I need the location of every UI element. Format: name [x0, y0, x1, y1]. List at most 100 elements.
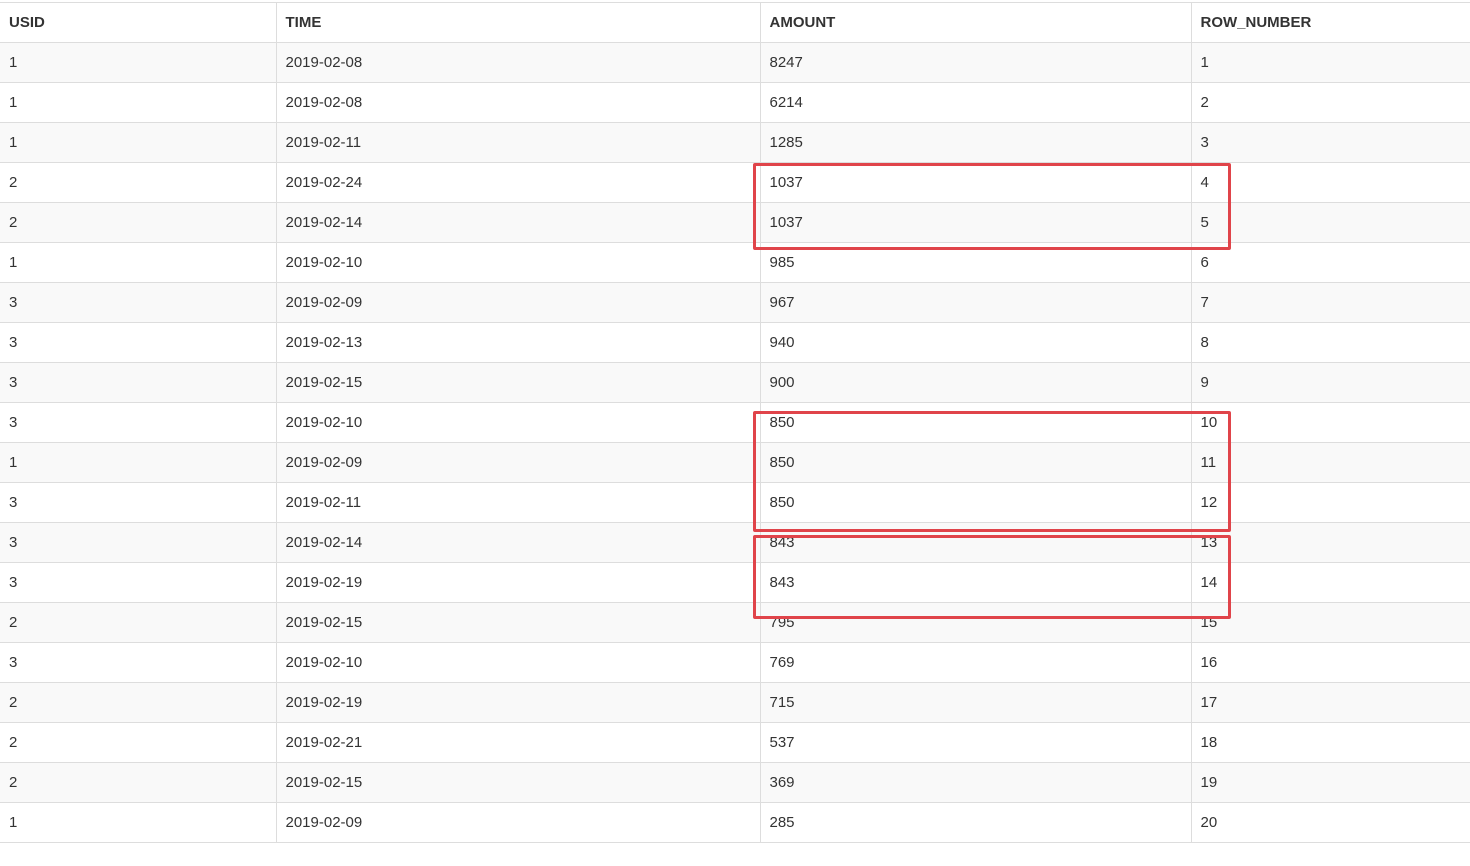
cell-amount: 715 [759, 682, 1191, 723]
cell-usid: 1 [0, 442, 276, 483]
table-row[interactable]: 2 2019-02-24 1037 4 [0, 162, 1470, 203]
cell-row-number: 14 [1190, 562, 1470, 603]
cell-row-number: 11 [1190, 442, 1470, 483]
table-row[interactable]: 1 2019-02-10 985 6 [0, 242, 1470, 283]
cell-usid: 3 [0, 402, 276, 443]
cell-amount: 8247 [759, 42, 1191, 83]
cell-amount: 940 [759, 322, 1191, 363]
cell-usid: 2 [0, 202, 276, 243]
cell-usid: 2 [0, 682, 276, 723]
cell-amount: 537 [759, 722, 1191, 763]
cell-amount: 843 [759, 562, 1191, 603]
cell-usid: 3 [0, 482, 276, 523]
cell-amount: 1037 [759, 162, 1191, 203]
cell-usid: 3 [0, 362, 276, 403]
table-row[interactable]: 2 2019-02-19 715 17 [0, 682, 1470, 723]
cell-amount: 850 [759, 482, 1191, 523]
cell-time: 2019-02-10 [275, 402, 760, 443]
cell-amount: 6214 [759, 82, 1191, 123]
cell-amount: 850 [759, 402, 1191, 443]
cell-time: 2019-02-08 [275, 42, 760, 83]
table-row[interactable]: 1 2019-02-08 8247 1 [0, 42, 1470, 83]
cell-row-number: 13 [1190, 522, 1470, 563]
table-header-row: USID TIME AMOUNT ROW_NUMBER [0, 2, 1470, 43]
cell-amount: 795 [759, 602, 1191, 643]
cell-row-number: 8 [1190, 322, 1470, 363]
cell-time: 2019-02-13 [275, 322, 760, 363]
cell-row-number: 16 [1190, 642, 1470, 683]
table-row[interactable]: 1 2019-02-09 285 20 [0, 802, 1470, 843]
cell-time: 2019-02-09 [275, 442, 760, 483]
table-row[interactable]: 3 2019-02-10 850 10 [0, 402, 1470, 443]
table-row[interactable]: 3 2019-02-15 900 9 [0, 362, 1470, 403]
cell-row-number: 19 [1190, 762, 1470, 803]
cell-amount: 843 [759, 522, 1191, 563]
cell-time: 2019-02-14 [275, 202, 760, 243]
cell-usid: 2 [0, 162, 276, 203]
cell-time: 2019-02-15 [275, 762, 760, 803]
column-header-row-number[interactable]: ROW_NUMBER [1190, 2, 1470, 43]
cell-usid: 1 [0, 242, 276, 283]
table-row[interactable]: 3 2019-02-09 967 7 [0, 282, 1470, 323]
column-header-usid[interactable]: USID [0, 2, 276, 43]
cell-time: 2019-02-14 [275, 522, 760, 563]
table-row[interactable]: 3 2019-02-11 850 12 [0, 482, 1470, 523]
cell-row-number: 15 [1190, 602, 1470, 643]
cell-amount: 369 [759, 762, 1191, 803]
cell-row-number: 3 [1190, 122, 1470, 163]
cell-row-number: 10 [1190, 402, 1470, 443]
cell-row-number: 6 [1190, 242, 1470, 283]
cell-amount: 1285 [759, 122, 1191, 163]
cell-row-number: 2 [1190, 82, 1470, 123]
cell-time: 2019-02-15 [275, 602, 760, 643]
table-row[interactable]: 3 2019-02-19 843 14 [0, 562, 1470, 603]
table-row[interactable]: 2 2019-02-15 369 19 [0, 762, 1470, 803]
cell-row-number: 18 [1190, 722, 1470, 763]
cell-row-number: 1 [1190, 42, 1470, 83]
cell-row-number: 17 [1190, 682, 1470, 723]
table-body: 1 2019-02-08 8247 1 1 2019-02-08 6214 2 1 2019-02… [0, 42, 1470, 843]
cell-row-number: 12 [1190, 482, 1470, 523]
table-row[interactable]: 1 2019-02-11 1285 3 [0, 122, 1470, 163]
cell-time: 2019-02-09 [275, 802, 760, 843]
cell-amount: 769 [759, 642, 1191, 683]
cell-time: 2019-02-11 [275, 482, 760, 523]
cell-row-number: 9 [1190, 362, 1470, 403]
table-row[interactable]: 1 2019-02-08 6214 2 [0, 82, 1470, 123]
column-header-amount[interactable]: AMOUNT [759, 2, 1191, 43]
cell-time: 2019-02-09 [275, 282, 760, 323]
cell-row-number: 4 [1190, 162, 1470, 203]
cell-usid: 2 [0, 722, 276, 763]
cell-usid: 1 [0, 802, 276, 843]
table-row[interactable]: 3 2019-02-14 843 13 [0, 522, 1470, 563]
cell-row-number: 5 [1190, 202, 1470, 243]
table-row[interactable]: 1 2019-02-09 850 11 [0, 442, 1470, 483]
table-row[interactable]: 2 2019-02-15 795 15 [0, 602, 1470, 643]
results-table: USID TIME AMOUNT ROW_NUMBER 1 2019-02-08 8… [0, 2, 1470, 843]
table-row[interactable]: 2 2019-02-21 537 18 [0, 722, 1470, 763]
cell-usid: 1 [0, 82, 276, 123]
cell-row-number: 20 [1190, 802, 1470, 843]
cell-amount: 1037 [759, 202, 1191, 243]
table-row[interactable]: 3 2019-02-10 769 16 [0, 642, 1470, 683]
table-row[interactable]: 3 2019-02-13 940 8 [0, 322, 1470, 363]
cell-amount: 285 [759, 802, 1191, 843]
cell-usid: 3 [0, 322, 276, 363]
table-row[interactable]: 2 2019-02-14 1037 5 [0, 202, 1470, 243]
cell-time: 2019-02-08 [275, 82, 760, 123]
cell-usid: 1 [0, 122, 276, 163]
cell-time: 2019-02-10 [275, 242, 760, 283]
cell-time: 2019-02-11 [275, 122, 760, 163]
cell-amount: 900 [759, 362, 1191, 403]
cell-usid: 1 [0, 42, 276, 83]
cell-row-number: 7 [1190, 282, 1470, 323]
cell-time: 2019-02-24 [275, 162, 760, 203]
cell-time: 2019-02-19 [275, 682, 760, 723]
cell-usid: 3 [0, 522, 276, 563]
cell-usid: 3 [0, 642, 276, 683]
cell-time: 2019-02-15 [275, 362, 760, 403]
column-header-time[interactable]: TIME [275, 2, 760, 43]
cell-time: 2019-02-10 [275, 642, 760, 683]
cell-usid: 2 [0, 762, 276, 803]
cell-usid: 3 [0, 282, 276, 323]
